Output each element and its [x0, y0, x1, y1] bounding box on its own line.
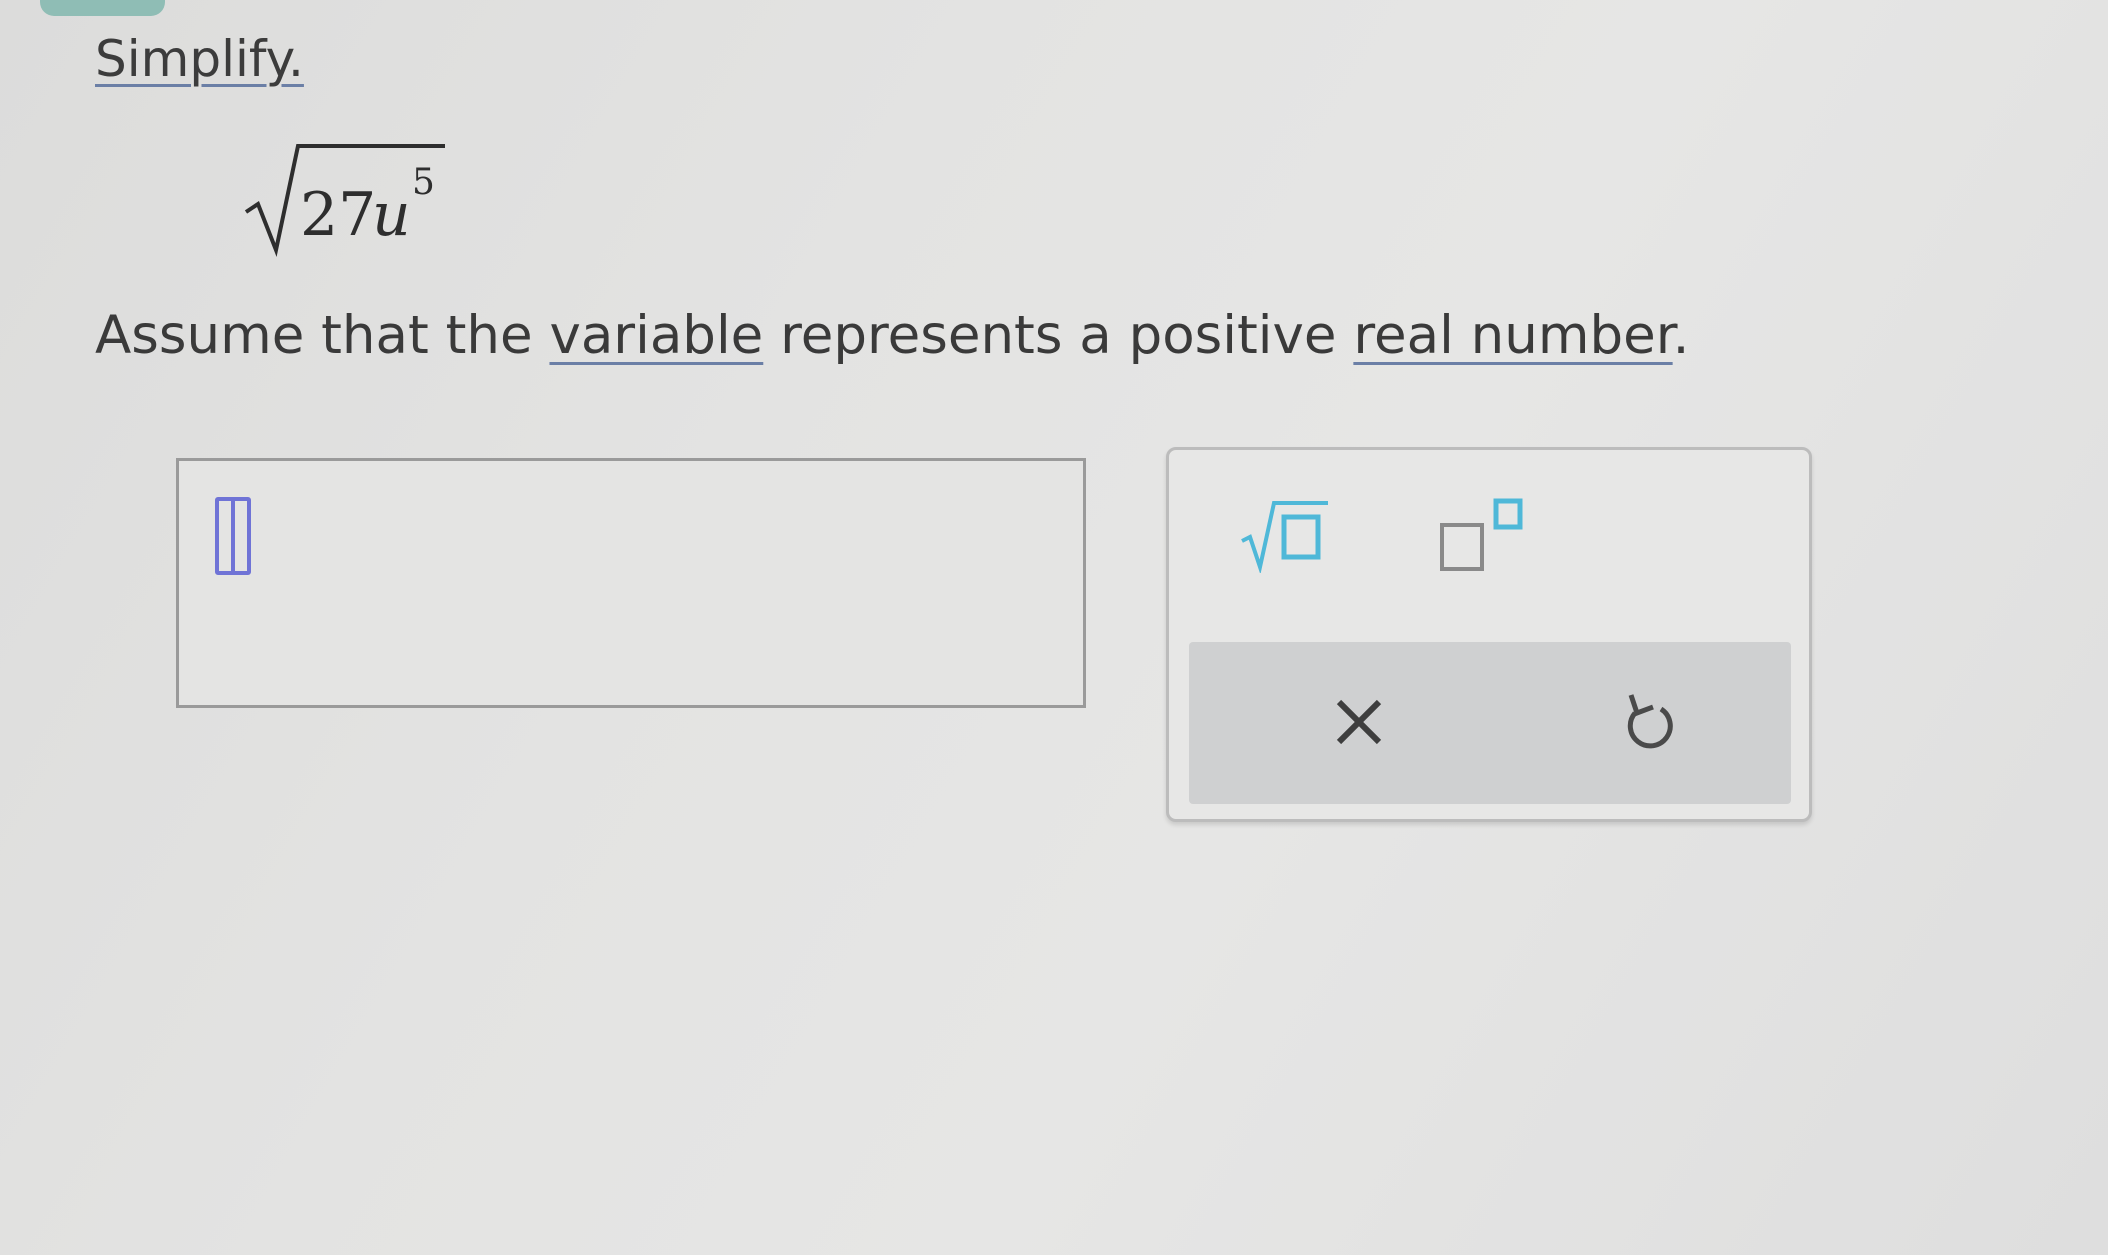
- assumption-text: Assume that the variable represents a po…: [95, 305, 1690, 366]
- close-icon: [1336, 699, 1382, 745]
- assumption-part3: .: [1672, 305, 1690, 366]
- header-tab[interactable]: [40, 0, 165, 16]
- math-palette: [1166, 447, 1812, 822]
- expression-variable: u: [372, 180, 411, 250]
- exponent-icon: [1440, 498, 1523, 571]
- instruction: Simplify.: [95, 30, 304, 88]
- cursor-placeholder-icon: [215, 497, 251, 575]
- assumption-part2: represents a positive: [763, 305, 1354, 366]
- variable-link[interactable]: variable: [549, 305, 763, 366]
- palette-actions: [1189, 642, 1791, 804]
- undo-icon: [1627, 694, 1673, 749]
- expression-coefficient: 27: [300, 180, 377, 250]
- answer-input[interactable]: [176, 458, 1086, 708]
- undo-button[interactable]: [1589, 672, 1709, 772]
- exponent-button[interactable]: [1429, 490, 1539, 580]
- real-number-link[interactable]: real number: [1353, 305, 1672, 366]
- clear-button[interactable]: [1299, 672, 1419, 772]
- assumption-part1: Assume that the: [95, 305, 550, 366]
- expression-exponent: 5: [412, 162, 435, 203]
- instruction-text[interactable]: Simplify.: [95, 30, 304, 88]
- square-root-button[interactable]: [1229, 490, 1339, 580]
- square-root-icon: [1241, 501, 1328, 573]
- radical-expression: 27 u 5: [240, 140, 460, 260]
